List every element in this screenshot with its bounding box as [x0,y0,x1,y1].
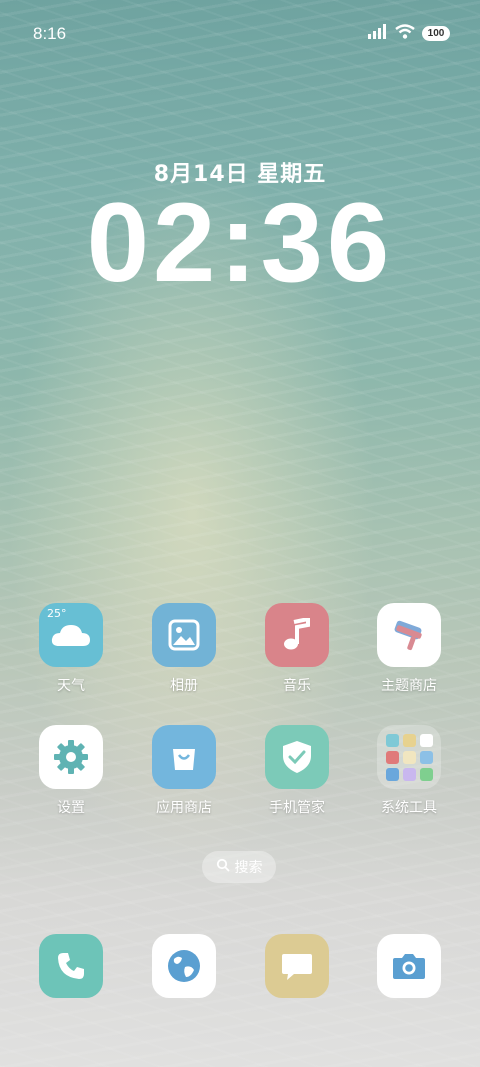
battery-indicator: 100 [422,26,450,41]
clock-time: 02:36 [86,180,394,305]
dock-messages[interactable] [247,934,347,998]
app-gallery[interactable]: 相册 [134,603,234,695]
dock-phone[interactable] [21,934,121,998]
search-icon [216,858,230,876]
app-label: 系统工具 [381,800,437,816]
app-music[interactable]: 音乐 [247,603,347,695]
app-settings[interactable]: 设置 [21,725,121,817]
folder-icon [377,725,441,789]
theme-brush-icon [377,603,441,667]
status-time: 8:16 [33,24,67,43]
dock-camera[interactable] [359,934,459,998]
app-phone-manager[interactable]: 手机管家 [247,725,347,817]
gallery-icon [152,603,216,667]
shopping-bag-icon [152,725,216,789]
status-icons: 100 [368,24,450,43]
app-label: 音乐 [283,678,311,694]
wifi-icon [395,24,415,43]
app-label: 应用商店 [156,800,212,816]
camera-icon [377,934,441,998]
weather-cloud-icon: 25° [39,603,103,667]
browser-globe-icon [152,934,216,998]
phone-icon [39,934,103,998]
app-weather[interactable]: 25° 天气 [21,603,121,695]
app-system-tools-folder[interactable]: 系统工具 [359,725,459,817]
search-button[interactable]: 搜索 [202,851,276,883]
weather-temp: 25° [47,607,67,620]
shield-check-icon [265,725,329,789]
status-bar: 8:16 100 [0,22,480,46]
app-label: 主题商店 [381,678,437,694]
app-label: 天气 [57,678,85,694]
app-theme-store[interactable]: 主题商店 [359,603,459,695]
signal-icon [368,24,388,43]
app-label: 相册 [170,678,198,694]
search-label: 搜索 [234,860,263,876]
dock-browser[interactable] [134,934,234,998]
app-label: 设置 [57,800,85,816]
messages-icon [265,934,329,998]
app-store[interactable]: 应用商店 [134,725,234,817]
folder-app-grid [385,733,433,781]
gear-icon [39,725,103,789]
app-label: 手机管家 [269,800,325,816]
music-note-icon [265,603,329,667]
